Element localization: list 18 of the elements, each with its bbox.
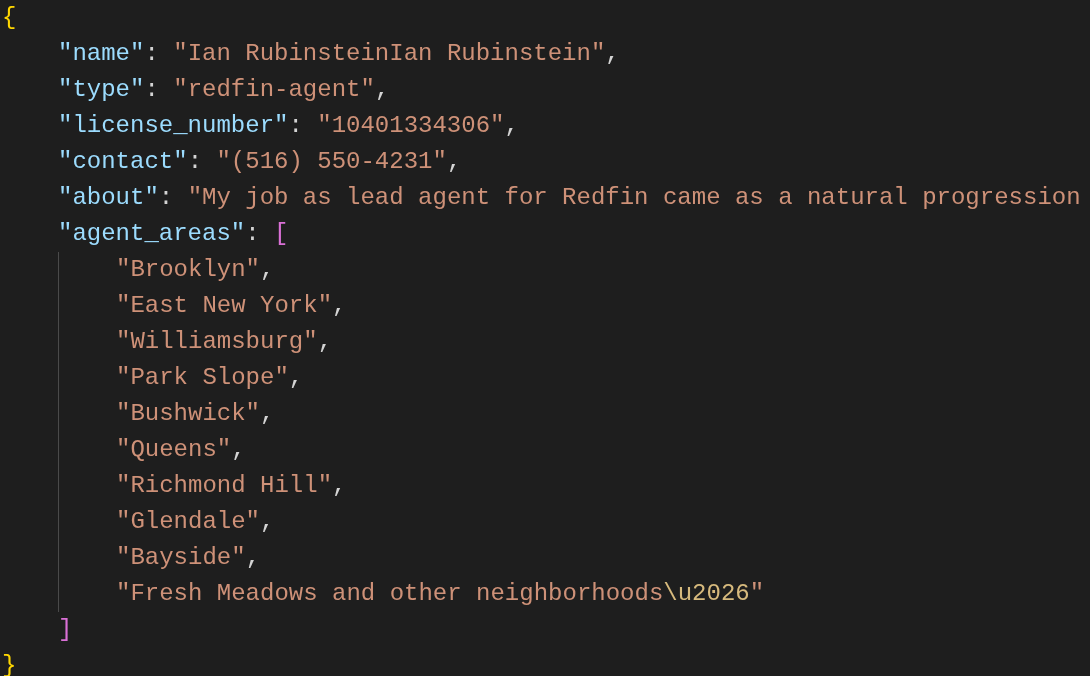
- code-line: "about": "My job as lead agent for Redfin came as a natural progression: [58, 183, 1081, 213]
- code-line: "Bayside",: [116, 543, 261, 573]
- code-line: "type": "redfin-agent",: [58, 75, 390, 105]
- code-line: "license_number": "10401334306",: [58, 111, 519, 141]
- code-line: {: [2, 3, 17, 33]
- code-line: "East New York",: [116, 291, 347, 321]
- code-line: "Brooklyn",: [116, 255, 275, 285]
- code-line: "Williamsburg",: [116, 327, 333, 357]
- code-line: "Richmond Hill",: [116, 471, 347, 501]
- code-line: "Bushwick",: [116, 399, 275, 429]
- code-line: "Fresh Meadows and other neighborhoods\u2026": [116, 579, 765, 609]
- code-line: "name": "Ian RubinsteinIan Rubinstein",: [58, 39, 620, 69]
- code-line: "contact": "(516) 550-4231",: [58, 147, 462, 177]
- code-line: ]: [58, 615, 73, 645]
- code-line: "Park Slope",: [116, 363, 304, 393]
- code-line: "Queens",: [116, 435, 246, 465]
- code-line: "agent_areas": [: [58, 219, 289, 249]
- code-line: "Glendale",: [116, 507, 275, 537]
